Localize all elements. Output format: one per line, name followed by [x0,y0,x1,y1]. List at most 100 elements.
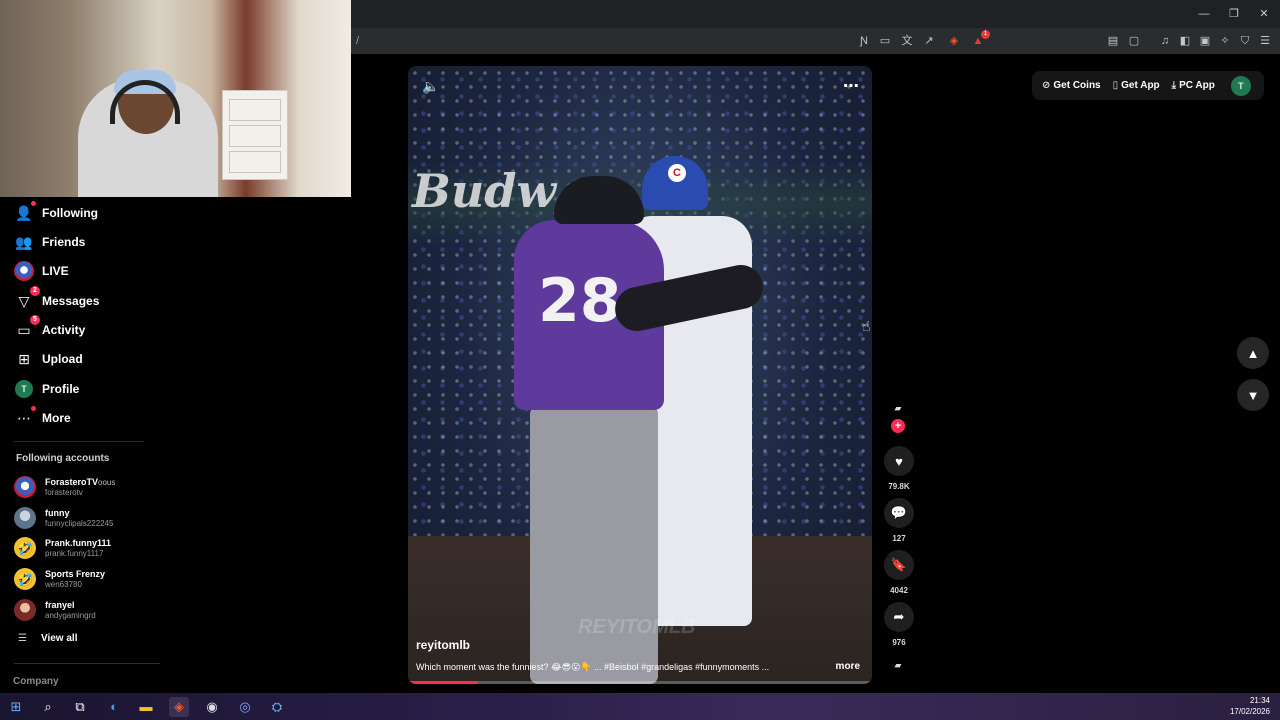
view-all-link[interactable]: ☰ View all [18,633,77,644]
follow-plus-button[interactable]: + [891,419,905,433]
next-video-button[interactable]: ▼ [1237,379,1269,411]
sidebar-item-more[interactable]: ⋯ More [14,406,154,430]
reader-mode-icon[interactable]: Ɲ [856,33,872,49]
obs-icon[interactable]: ◉ [202,697,222,717]
sidebar-toggle-icon[interactable]: ◧ [1177,33,1193,49]
video-watermark: REYITOMLB [578,616,696,638]
steam-icon[interactable]: ⛭ [267,697,287,717]
volume-icon[interactable]: 🔈 [422,78,439,95]
list-icon: ☰ [18,633,27,644]
get-app-button[interactable]: ▯ Get App [1113,80,1160,91]
following-accounts-title: Following accounts [16,453,110,464]
save-action[interactable]: 🔖 4042 [883,550,915,595]
brave-shields-icon[interactable]: ◈ [946,33,962,49]
share-action[interactable]: ➦ 976 [883,602,915,647]
brave-browser-icon[interactable]: ◈ [169,697,189,717]
menu-icon[interactable]: ☰ [1257,33,1273,49]
sidebar-item-messages[interactable]: ▽ 2 Messages [14,286,154,313]
sidebar-item-live[interactable]: LIVE [14,259,154,283]
jersey-number: 28 [538,266,622,336]
account-avatar [14,507,36,529]
heart-icon[interactable]: ♥ [884,446,914,476]
sidebar-item-label: LIVE [42,264,69,278]
account-handle: forasterotv [45,488,83,497]
url-field[interactable]: / [350,31,990,51]
vpn-icon[interactable]: ⛉ [1237,33,1253,49]
extension-icon[interactable]: ▢ [1126,33,1142,49]
task-view-icon[interactable]: ⧉ [70,697,90,717]
account-name: franyel [45,600,75,610]
account-name: Prank.funny111 [45,538,112,548]
get-coins-button[interactable]: ⊘ Get Coins [1042,80,1101,91]
like-count: 79.8K [888,482,910,491]
clock-time: 21:34 [1249,696,1270,705]
rewards-icon[interactable]: ▲ 1 [970,30,990,49]
comment-action[interactable]: 💬 127 [883,498,915,543]
windows-start-icon[interactable]: ⊞ [6,697,26,717]
account-item-forasterotv[interactable]: ForasteroTVoous forasterotv [14,474,164,500]
like-action[interactable]: ♥ 79.8K [883,446,915,491]
edge-icon[interactable]: ◐ [104,697,124,717]
comment-icon[interactable]: 💬 [884,498,914,528]
profile-avatar: T [14,379,34,399]
translate-icon[interactable]: 文 [899,33,915,49]
account-handle: prank.funny1117 [45,549,104,558]
restore-button[interactable]: ❐ [1226,6,1242,22]
coin-icon: ⊘ [1042,80,1051,91]
webcam-overlay [0,0,351,197]
close-window-button[interactable]: ✕ [1256,6,1272,22]
leo-ai-icon[interactable]: ✧ [1217,33,1233,49]
view-all-label: View all [40,633,78,644]
system-clock[interactable]: 21:34 17/02/2026 [1230,695,1270,717]
account-name: funny [45,508,70,518]
caption-more-button[interactable]: more [836,661,860,672]
comment-count: 127 [892,534,906,543]
share-count: 976 [892,638,906,647]
pc-app-button[interactable]: ⤓ PC App [1172,80,1215,91]
account-item-sports-frenzy[interactable]: 🤣 Sports Frenzy wen63780 [14,566,164,592]
user-avatar[interactable]: T [1230,75,1251,96]
more-options-icon[interactable]: ⋯ [843,76,860,96]
video-player[interactable]: Budw C 28 REYITOMLB 🔈 ⋯ reyitomlb Which … [408,66,872,684]
sidebar-item-label: Upload [42,352,83,366]
wallet-icon[interactable]: ▣ [1197,33,1213,49]
sidepanel-icon[interactable]: ▤ [1105,33,1121,49]
account-name: Sports Frenzy [45,569,106,579]
company-heading[interactable]: Company [13,676,59,687]
sidebar-item-label: Following [42,206,98,220]
sidebar-divider [14,663,160,664]
cast-icon[interactable]: ▭ [877,33,893,49]
person-check-icon: 👤 [14,201,36,223]
share-arrow-icon[interactable]: ➦ [884,602,914,632]
sidebar-item-upload[interactable]: ⊞ Upload [14,347,154,371]
music-disc-icon[interactable]: ▰ [891,660,905,674]
sidebar-item-following[interactable]: 👤 Following [14,201,154,225]
account-item-franyel[interactable]: franyel andygamingrd [14,597,164,623]
media-icon[interactable]: ♫ [1157,33,1173,49]
sidebar-item-friends[interactable]: 👥 Friends [14,230,154,254]
discord-icon[interactable]: ◎ [235,697,255,717]
phone-icon: ▯ [1112,80,1119,91]
clock-date: 17/02/2026 [1229,707,1270,716]
file-explorer-icon[interactable]: ▬ [136,697,156,717]
previous-video-button[interactable]: ▲ [1237,337,1269,369]
minimize-button[interactable]: — [1196,6,1212,22]
laughing-emoji-avatar: 🤣 [14,568,36,590]
creator-avatar[interactable]: ▰ [891,403,905,417]
share-icon[interactable]: ↗ [921,33,937,49]
account-handle: wen63780 [45,580,82,589]
save-count: 4042 [890,586,908,595]
progress-fill[interactable] [408,681,478,684]
rewards-badge: 1 [981,30,990,39]
account-handle: andygamingrd [45,611,96,620]
video-author[interactable]: reyitomlb [416,638,470,652]
progress-track[interactable] [408,681,872,684]
sidebar-item-activity[interactable]: ▭ 5 Activity [14,315,154,342]
account-item-prank-funny[interactable]: 🤣 Prank.funny111 prank.funny1117 [14,535,164,561]
bookmark-icon[interactable]: 🔖 [884,550,914,580]
search-icon[interactable]: ⌕ [38,697,58,717]
sidebar-item-label: More [42,411,71,425]
sidebar-item-profile[interactable]: T Profile [14,377,154,401]
account-item-funny[interactable]: funny funnyclipals222245 [14,505,164,531]
laughing-emoji-avatar: 🤣 [14,537,36,559]
